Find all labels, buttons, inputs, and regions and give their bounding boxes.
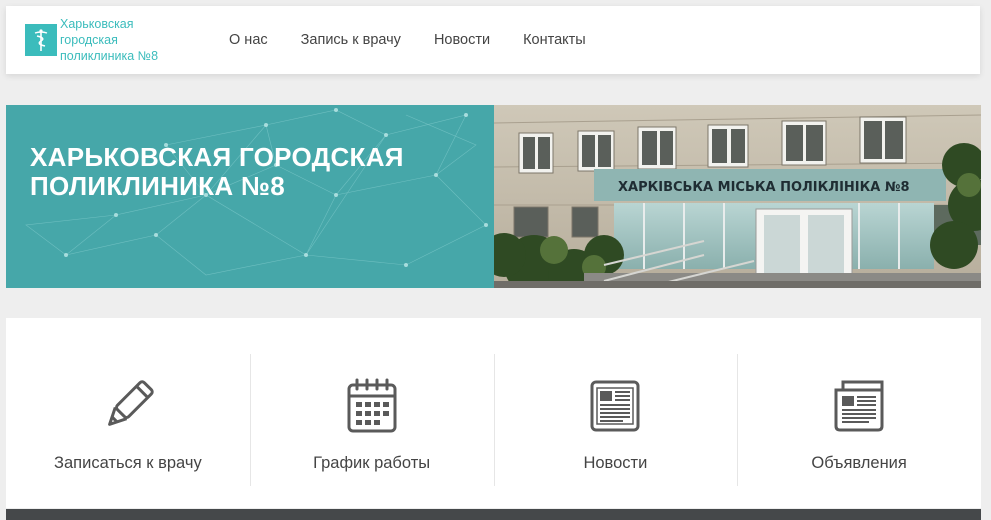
site-header: Харьковская городская поликлиника №8 О н… [6, 6, 980, 74]
card-news-label: Новости [583, 454, 648, 472]
nav-item-news[interactable]: Новости [434, 32, 490, 48]
newspaper-icon [590, 380, 640, 432]
card-schedule-label: График работы [313, 454, 431, 472]
caduceus-icon [25, 24, 57, 56]
site-logo[interactable]: Харьковская городская поликлиника №8 [25, 16, 192, 64]
card-schedule[interactable]: График работы [249, 354, 494, 486]
building-sign-text: ХАРКІВСЬКА МІСЬКА ПОЛІКЛІНІКА №8 [618, 180, 910, 195]
card-announcements-label: Объявления [811, 454, 907, 472]
site-name: Харьковская городская поликлиника №8 [60, 16, 192, 64]
quick-links: Записаться к врачу График работы Новости… [6, 318, 981, 508]
hero-banner: ХАРЬКОВСКАЯ ГОРОДСКАЯ ПОЛИКЛИНИКА №8 ХАР… [6, 105, 981, 288]
nav-item-contacts[interactable]: Контакты [523, 32, 586, 48]
card-announcements[interactable]: Объявления [737, 354, 981, 486]
card-appointment-label: Записаться к врачу [54, 454, 202, 472]
site-name-line2: поликлиника №8 [60, 49, 159, 63]
footer-bar [6, 509, 981, 520]
site-name-line1: Харьковская городская [60, 17, 134, 47]
card-appointment[interactable]: Записаться к врачу [6, 354, 250, 486]
announcement-icon [834, 380, 884, 432]
calendar-icon [347, 378, 397, 433]
hero-title: ХАРЬКОВСКАЯ ГОРОДСКАЯ ПОЛИКЛИНИКА №8 [30, 142, 404, 201]
pencil-icon [107, 380, 154, 426]
clinic-building-photo: ХАРКІВСЬКА МІСЬКА ПОЛІКЛІНІКА №8 [494, 105, 981, 288]
hero-panel: ХАРЬКОВСКАЯ ГОРОДСКАЯ ПОЛИКЛИНИКА №8 [6, 105, 494, 288]
card-news[interactable]: Новости [493, 354, 738, 486]
nav-item-about[interactable]: О нас [229, 32, 268, 48]
nav-item-appointment[interactable]: Запись к врачу [301, 32, 401, 48]
main-nav: О нас Запись к врачу Новости Контакты [229, 32, 619, 48]
